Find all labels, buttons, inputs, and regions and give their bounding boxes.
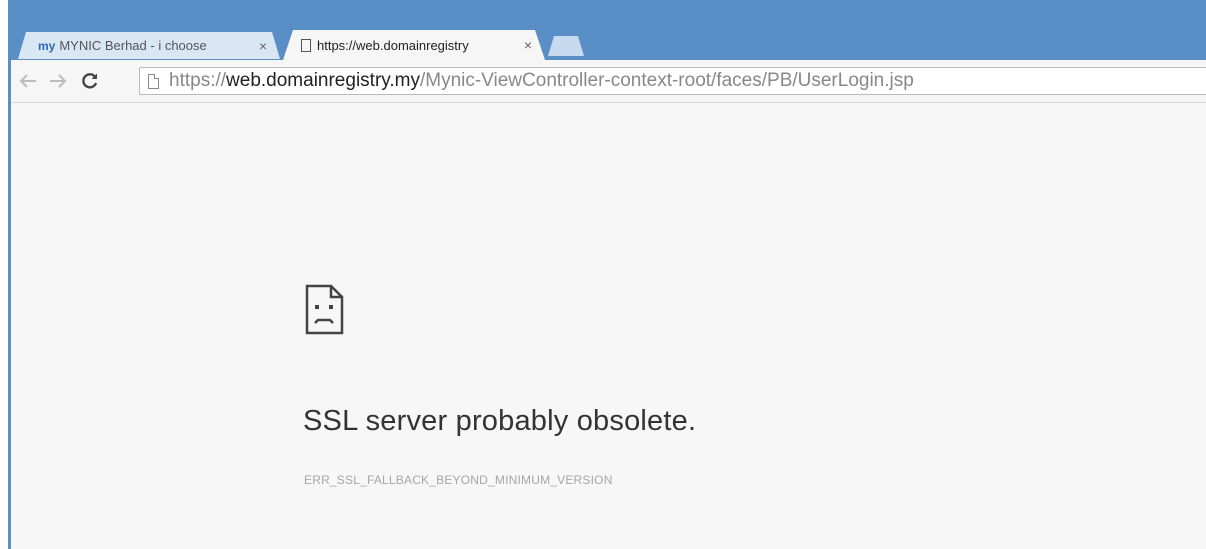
error-code: ERR_SSL_FALLBACK_BEYOND_MINIMUM_VERSION — [304, 473, 613, 487]
desktop-edge — [0, 0, 8, 549]
page-info-icon[interactable] — [148, 73, 159, 89]
back-button[interactable] — [15, 68, 41, 94]
url-scheme: https:// — [169, 70, 227, 91]
browser-window: my MYNIC Berhad - i choose × https://web… — [0, 0, 1206, 549]
url-path: /Mynic-ViewController-context-root/faces… — [419, 70, 914, 91]
sad-document-icon — [305, 284, 344, 335]
back-arrow-icon — [19, 74, 36, 88]
new-tab-button[interactable] — [548, 36, 584, 56]
address-bar[interactable]: https://web.domainregistry.my/Mynic-View… — [139, 67, 1206, 95]
tab-close-icon[interactable]: × — [517, 37, 539, 53]
reload-button[interactable] — [77, 68, 103, 94]
reload-icon — [82, 73, 98, 89]
tab-close-icon[interactable]: × — [252, 38, 274, 54]
url-host: web.domainregistry.my — [226, 70, 420, 91]
tab-mynic[interactable]: my MYNIC Berhad - i choose × — [18, 32, 280, 59]
page-icon — [301, 38, 311, 52]
tab-title: https://web.domainregistry — [317, 37, 469, 53]
forward-arrow-icon — [50, 74, 67, 88]
browser-toolbar: https://web.domainregistry.my/Mynic-View… — [11, 60, 1206, 103]
tab-title: MYNIC Berhad - i choose — [59, 38, 207, 53]
tab-domainregistry[interactable]: https://web.domainregistry × — [283, 30, 545, 60]
error-title: SSL server probably obsolete. — [303, 405, 697, 437]
error-page: SSL server probably obsolete. ERR_SSL_FA… — [11, 103, 1206, 549]
forward-button[interactable] — [45, 68, 71, 94]
mynic-favicon-icon: my — [38, 38, 56, 53]
